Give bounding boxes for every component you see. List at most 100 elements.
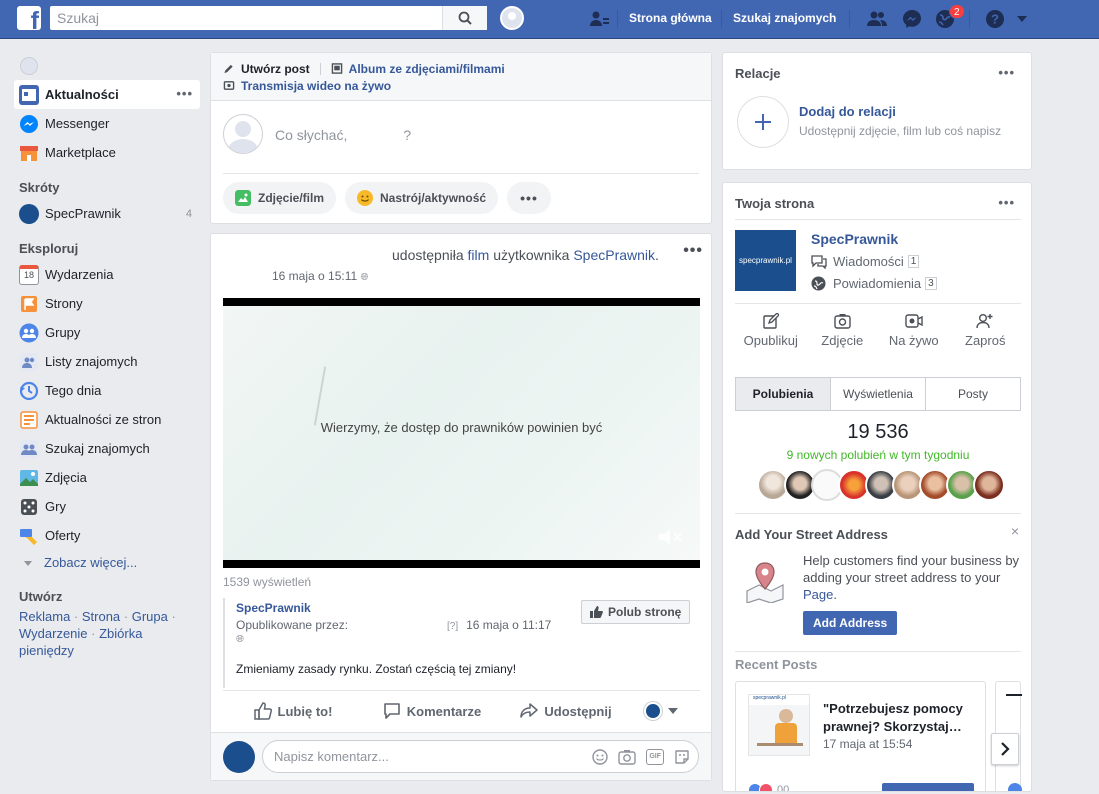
thumbnail-person: [779, 709, 793, 723]
friend-lists-icon: [20, 352, 38, 371]
sidebar-item-find-friends[interactable]: Szukaj znajomych: [14, 434, 200, 463]
home-link[interactable]: Strona główna: [629, 11, 712, 25]
post-header: udostępniła film użytkownika SpecPrawnik…: [392, 247, 659, 263]
boost-post-button[interactable]: [882, 783, 974, 791]
avatar: [20, 57, 38, 75]
composer-placeholder: Co słychać,: [275, 127, 348, 143]
like-button[interactable]: Lubię to!: [223, 702, 363, 720]
shared-post-attribution: SpecPrawnik Opublikowane przez: 🌐︎ [?] 16…: [223, 598, 699, 688]
sidebar-item-specprawnik[interactable]: SpecPrawnik 4: [14, 199, 200, 228]
sidebar-item-photos[interactable]: Zdjęcia: [14, 463, 200, 492]
help-icon[interactable]: ?: [984, 8, 1006, 30]
facebook-logo-icon[interactable]: f: [17, 6, 41, 30]
more-options-icon[interactable]: •••: [998, 65, 1015, 80]
page-logo[interactable]: specprawnik.pl: [735, 230, 796, 291]
page-messages-label: Wiadomości: [833, 254, 904, 269]
thumbs-up-icon: [253, 702, 272, 720]
sidebar-item-label: Szukaj znajomych: [45, 441, 150, 456]
page-notifications-link[interactable]: Powiadomienia 3: [811, 276, 937, 291]
photo-video-button[interactable]: Zdjęcie/film: [223, 182, 337, 214]
add-address-button[interactable]: Add Address: [803, 611, 898, 635]
sidebar-item-friend-lists[interactable]: Listy znajomych: [14, 347, 200, 376]
sidebar-item-pages-feed[interactable]: Aktualności ze stron: [14, 405, 200, 434]
post-page-link[interactable]: SpecPrawnik: [573, 247, 655, 263]
sticker-icon[interactable]: [674, 749, 690, 765]
create-post-tab[interactable]: Utwórz post: [223, 62, 310, 76]
page-name-link[interactable]: SpecPrawnik: [811, 231, 898, 247]
post-timestamp[interactable]: 16 maja o 15:11 🌐︎: [272, 269, 369, 283]
sidebar-item-groups[interactable]: Grupy: [14, 318, 200, 347]
help-marker[interactable]: [?]: [447, 621, 458, 632]
sidebar-item-marketplace[interactable]: Marketplace: [14, 138, 200, 167]
search-button[interactable]: [442, 6, 487, 30]
tab-posts[interactable]: Posty: [926, 378, 1020, 410]
sidebar-item-pages[interactable]: Strony: [14, 289, 200, 318]
sidebar-item-events[interactable]: 18 Wydarzenia: [14, 260, 200, 289]
post-shared-mid: użytkownika: [493, 247, 570, 263]
feeling-activity-label: Nastrój/aktywność: [380, 191, 487, 205]
profile-link[interactable]: [14, 52, 200, 80]
memories-clock-icon: [19, 381, 39, 400]
recent-post-card[interactable]: specprawnik.pl "Potrzebujesz pomocy praw…: [735, 681, 986, 791]
svg-text:?: ?: [991, 12, 999, 27]
next-arrow-button[interactable]: [991, 733, 1019, 765]
search-input[interactable]: [50, 6, 442, 30]
page-messages-link[interactable]: Wiadomości 1: [811, 254, 920, 269]
avatar[interactable]: [973, 469, 1005, 501]
invite-tool[interactable]: Zaproś: [950, 313, 1022, 348]
create-page-link[interactable]: Strona: [82, 609, 120, 624]
reaction-audience-selector[interactable]: [631, 702, 691, 720]
see-more-link[interactable]: Zobacz więcej...: [14, 550, 200, 576]
tab-views[interactable]: Wyświetlenia: [831, 378, 926, 410]
publish-tool[interactable]: Opublikuj: [735, 313, 807, 348]
create-event-link[interactable]: Wydarzenie: [19, 626, 88, 641]
post-actions: Lubię to! Komentarze Udostępnij: [223, 692, 700, 730]
gif-icon[interactable]: GIF: [646, 749, 664, 765]
like-reaction-icon: [1008, 783, 1022, 791]
sidebar-item-offers[interactable]: Oferty: [14, 521, 200, 550]
live-tool[interactable]: Na żywo: [878, 313, 950, 348]
avatar: [223, 741, 255, 773]
share-button[interactable]: Udostępnij: [501, 702, 631, 720]
like-page-button[interactable]: Polub stronę: [581, 600, 691, 624]
camera-icon[interactable]: [618, 749, 637, 765]
close-icon[interactable]: ×: [1011, 523, 1019, 539]
sidebar-item-games[interactable]: Gry: [14, 492, 200, 521]
live-video-tab[interactable]: Transmisja wideo na żywo: [223, 77, 699, 94]
add-story-button[interactable]: [737, 96, 789, 148]
friends-icon[interactable]: [866, 8, 888, 30]
account-menu-chevron-icon[interactable]: [1015, 12, 1029, 26]
photo-video-label: Zdjęcie/film: [258, 191, 325, 205]
more-options-icon[interactable]: •••: [176, 86, 193, 101]
comment-button[interactable]: Komentarze: [363, 702, 501, 720]
sidebar-item-on-this-day[interactable]: Tego dnia: [14, 376, 200, 405]
globe-icon: 🌐︎: [360, 272, 369, 283]
emoji-icon[interactable]: [592, 749, 609, 765]
new-likes-text[interactable]: 9 nowych polubień w tym tygodniu: [723, 448, 1031, 462]
share-label: Udostępnij: [544, 703, 612, 719]
composer-tabs: Utwórz post Album ze zdjęciami/filmami T…: [211, 53, 711, 101]
page-link[interactable]: Page: [803, 587, 833, 602]
mute-icon[interactable]: [656, 526, 684, 548]
post-more-icon[interactable]: •••: [683, 242, 703, 260]
find-friends-link[interactable]: Szukaj znajomych: [733, 11, 836, 25]
sidebar-item-news-feed[interactable]: Aktualności •••: [14, 80, 200, 109]
sidebar-item-messenger[interactable]: Messenger: [14, 109, 200, 138]
more-options-button[interactable]: •••: [507, 182, 551, 214]
profile-avatar[interactable]: [500, 6, 524, 30]
create-group-link[interactable]: Grupa: [132, 609, 168, 624]
add-story-link[interactable]: Dodaj do relacji: [799, 104, 896, 119]
more-options-icon[interactable]: •••: [998, 195, 1015, 210]
messenger-icon[interactable]: [901, 8, 923, 30]
video-player[interactable]: Wierzymy, że dostęp do prawników powinie…: [223, 298, 700, 568]
friend-requests-icon[interactable]: [588, 8, 610, 30]
create-ad-link[interactable]: Reklama: [19, 609, 70, 624]
photo-tool[interactable]: Zdjęcie: [807, 313, 879, 348]
photo-album-tab[interactable]: Album ze zdjęciami/filmami: [331, 62, 505, 76]
published-time[interactable]: 16 maja o 11:17: [466, 618, 551, 632]
comment-input[interactable]: Napisz komentarz... GIF: [262, 740, 699, 773]
feeling-activity-button[interactable]: Nastrój/aktywność: [345, 182, 499, 214]
post-shared-link[interactable]: film: [468, 247, 490, 263]
tab-likes[interactable]: Polubienia: [736, 378, 831, 410]
composer-input[interactable]: Co słychać,?: [275, 127, 411, 143]
